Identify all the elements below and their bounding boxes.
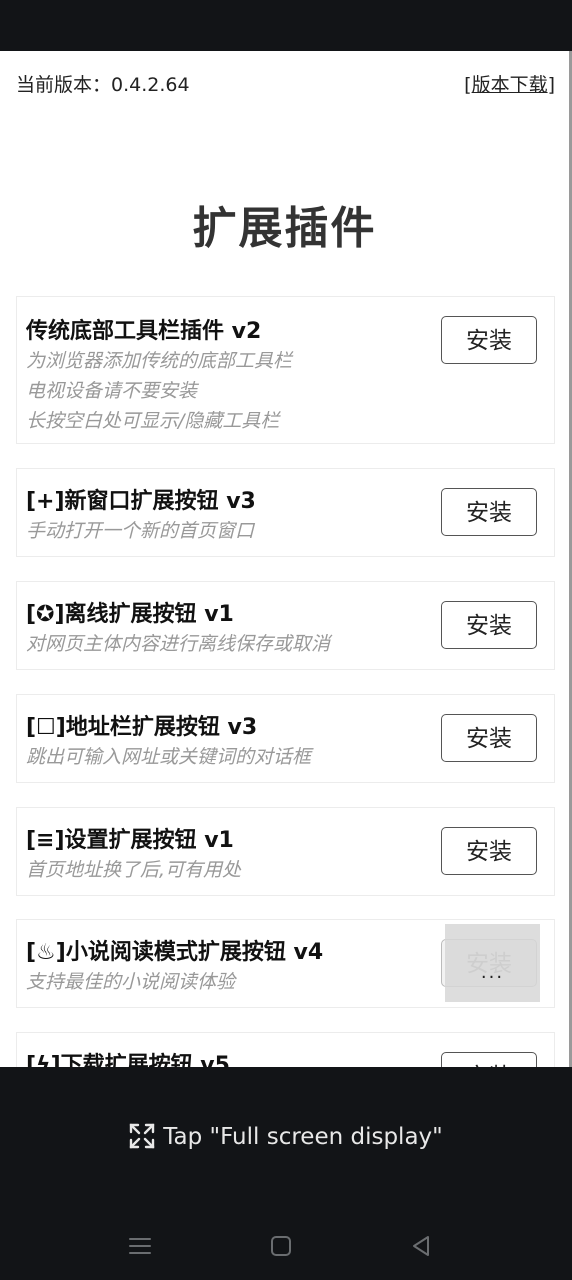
plugin-card: [+]新窗口扩展按钮 v3 手动打开一个新的首页窗口 安装 — [16, 468, 555, 557]
plugin-card: 传统底部工具栏插件 v2 为浏览器添加传统的底部工具栏 电视设备请不要安装 长按… — [16, 296, 555, 444]
page-title: 扩展插件 — [192, 203, 377, 254]
install-button[interactable]: 安装 — [441, 601, 537, 649]
download-link[interactable]: [版本下载] — [464, 70, 555, 97]
plugin-title: [≡]设置扩展按钮 v1 — [26, 828, 234, 853]
more-dots-icon[interactable]: ... — [445, 962, 540, 983]
plugin-card: [✪]离线扩展按钮 v1 对网页主体内容进行离线保存或取消 安装 — [16, 581, 555, 670]
status-bar — [0, 0, 572, 51]
download-label[interactable]: 版本下载 — [472, 74, 548, 96]
fullscreen-hint[interactable]: Tap "Full screen display" — [0, 1123, 572, 1150]
download-bracket-open: [ — [464, 74, 472, 96]
plugin-desc: 对网页主体内容进行离线保存或取消 — [26, 633, 331, 655]
fullscreen-hint-label: Tap "Full screen display" — [163, 1124, 443, 1150]
plugin-title: [♨]小说阅读模式扩展按钮 v4 — [26, 940, 324, 965]
version-label: 当前版本：0.4.2.64 — [16, 74, 190, 96]
plugin-desc: 手动打开一个新的首页窗口 — [26, 520, 255, 542]
install-button[interactable]: 安装 — [441, 316, 537, 364]
home-nav-icon[interactable] — [266, 1231, 296, 1261]
more-options-overlay[interactable]: ... — [445, 924, 540, 1002]
back-nav-icon[interactable] — [406, 1231, 436, 1261]
plugin-title: [✪]离线扩展按钮 v1 — [26, 602, 234, 627]
plugin-title: 传统底部工具栏插件 v2 — [26, 319, 262, 344]
install-button[interactable]: 安装 — [441, 488, 537, 536]
menu-nav-icon[interactable] — [125, 1231, 155, 1261]
plugin-desc: 跳出可输入网址或关键词的对话框 — [26, 746, 312, 768]
plugin-title: [☐]地址栏扩展按钮 v3 — [26, 715, 258, 740]
install-button[interactable]: 安装 — [441, 714, 537, 762]
plugin-desc: 电视设备请不要安装 — [26, 380, 198, 402]
plugin-list: 传统底部工具栏插件 v2 为浏览器添加传统的底部工具栏 电视设备请不要安装 长按… — [16, 296, 555, 1067]
download-bracket-close: ] — [547, 74, 555, 96]
bottom-bar: Tap "Full screen display" — [0, 1067, 572, 1280]
header: 当前版本：0.4.2.64 [版本下载] — [0, 51, 569, 111]
plugin-desc: 支持最佳的小说阅读体验 — [26, 971, 236, 993]
expand-icon — [130, 1123, 155, 1149]
plugin-card: [≡]设置扩展按钮 v1 首页地址换了后,可有用处 安装 — [16, 807, 555, 896]
plugin-card: [☐]地址栏扩展按钮 v3 跳出可输入网址或关键词的对话框 安装 — [16, 694, 555, 783]
plugin-card: [ϟ]下载扩展按钮 v5 安装 — [16, 1032, 555, 1067]
plugin-title: [+]新窗口扩展按钮 v3 — [26, 489, 256, 514]
install-button[interactable]: 安装 — [441, 827, 537, 875]
plugin-title: [ϟ]下载扩展按钮 v5 — [26, 1053, 230, 1067]
plugin-desc: 为浏览器添加传统的底部工具栏 — [26, 350, 293, 372]
plugin-desc: 长按空白处可显示/隐藏工具栏 — [26, 410, 280, 432]
install-button[interactable]: 安装 — [441, 1052, 537, 1067]
plugin-desc: 首页地址换了后,可有用处 — [26, 859, 242, 881]
